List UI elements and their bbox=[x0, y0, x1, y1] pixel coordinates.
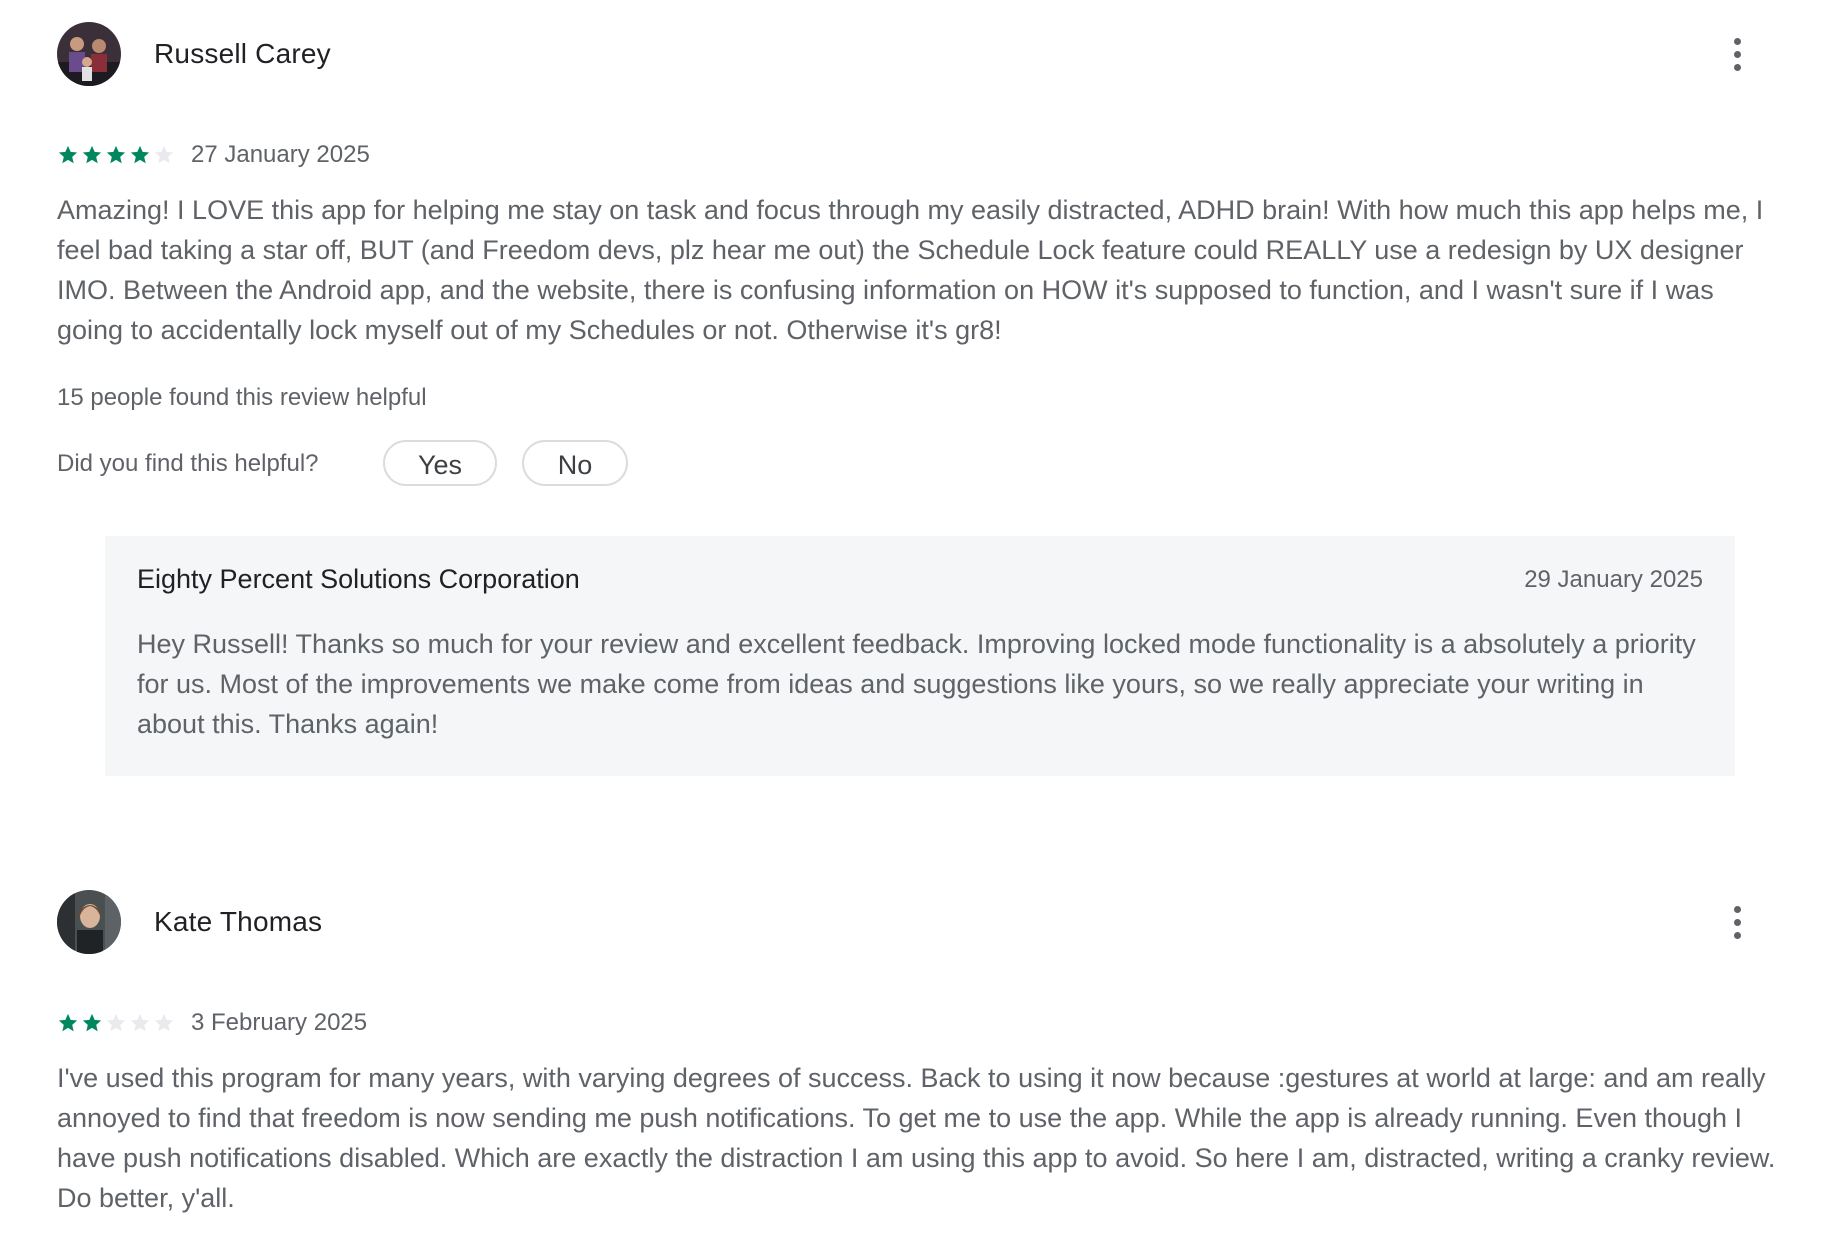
developer-reply: Eighty Percent Solutions Corporation 29 … bbox=[105, 536, 1735, 776]
star-filled-icon bbox=[58, 1013, 78, 1032]
star-filled-icon bbox=[82, 1013, 102, 1032]
author-name: Russell Carey bbox=[154, 38, 331, 69]
review-text: I've used this program for many years, w… bbox=[57, 1063, 1776, 1213]
star-empty-icon bbox=[154, 1013, 174, 1032]
reply-date: 29 January 2025 bbox=[1524, 566, 1703, 593]
review-text: Amazing! I LOVE this app for helping me … bbox=[57, 195, 1764, 345]
helpful-question: Did you find this helpful? bbox=[57, 450, 319, 477]
review-meta: 3 February 2025 bbox=[57, 1008, 367, 1038]
star-rating bbox=[57, 144, 175, 166]
avatar[interactable] bbox=[57, 22, 121, 86]
review-meta: 27 January 2025 bbox=[57, 140, 370, 170]
more-options-icon[interactable] bbox=[1711, 28, 1763, 80]
author-name: Kate Thomas bbox=[154, 906, 323, 937]
avatar-photo-icon bbox=[57, 22, 121, 86]
helpful-yes-button[interactable]: Yes bbox=[383, 440, 497, 486]
star-filled-icon bbox=[130, 145, 150, 164]
star-filled-icon bbox=[82, 145, 102, 164]
star-filled-icon bbox=[58, 145, 78, 164]
reviews-page: Russell Carey 27 January 2025 Amazing! I… bbox=[0, 0, 1826, 1242]
review-date: 3 February 2025 bbox=[191, 1009, 368, 1036]
star-empty-icon bbox=[130, 1013, 150, 1032]
star-empty-icon bbox=[154, 145, 174, 164]
star-empty-icon bbox=[106, 1013, 126, 1032]
helpful-prompt: Did you find this helpful? Yes No bbox=[57, 440, 957, 488]
helpful-count: 15 people found this review helpful bbox=[57, 384, 427, 411]
reply-text: Hey Russell! Thanks so much for your rev… bbox=[137, 629, 1696, 739]
avatar-photo-icon bbox=[57, 890, 121, 954]
review-date: 27 January 2025 bbox=[191, 141, 370, 168]
star-filled-icon bbox=[106, 145, 126, 164]
review-header: Russell Carey bbox=[57, 22, 1777, 86]
more-options-icon[interactable] bbox=[1711, 896, 1763, 948]
avatar[interactable] bbox=[57, 890, 121, 954]
reply-author: Eighty Percent Solutions Corporation bbox=[137, 564, 580, 594]
star-rating bbox=[57, 1012, 175, 1034]
helpful-no-button[interactable]: No bbox=[522, 440, 628, 486]
review-header: Kate Thomas bbox=[57, 890, 1777, 954]
